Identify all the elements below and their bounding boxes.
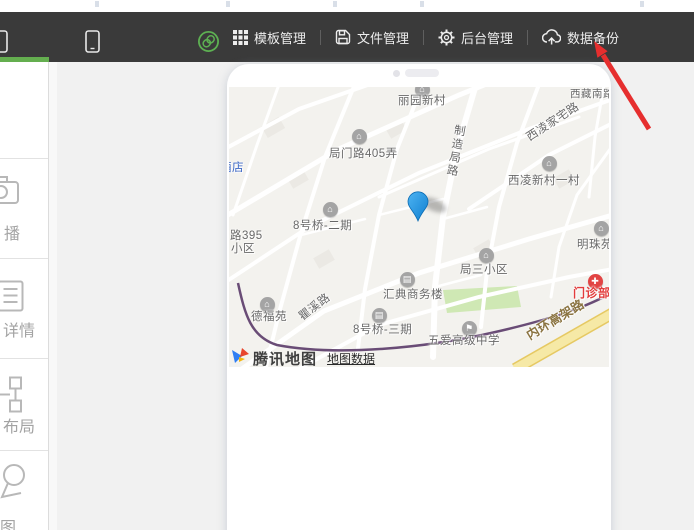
menu-label: 模板管理 (254, 28, 306, 47)
map-pin-outline-icon (0, 463, 30, 506)
map-canvas[interactable]: 丽园新村西藏南路局门路405弄酒店8号桥-二期制造局路西凌家宅路西凌新村一村明珠… (229, 87, 609, 367)
menu-separator (320, 30, 321, 45)
sidebar-item-label: 布局 (3, 413, 35, 437)
map-label: 丽园新村 (398, 92, 446, 108)
menu-template-manage[interactable]: 模板管理 (233, 28, 306, 47)
menu-label: 后台管理 (461, 28, 513, 47)
sidebar-item-carousel[interactable]: 播 (0, 158, 48, 259)
menu-data-backup[interactable]: 数据备份 (542, 28, 619, 47)
carousel-icon (0, 175, 20, 210)
sidebar-item-layout[interactable]: 布局 (0, 358, 48, 459)
module-sidebar: 播 详情 (0, 62, 49, 530)
sidebar-item-map[interactable]: 图 (0, 450, 48, 530)
cloud-upload-icon (542, 29, 561, 45)
map-label: 明珠苑 (577, 236, 609, 252)
house-poi-icon: ⌂ (542, 156, 557, 171)
house-poi-icon: ⌂ (352, 129, 367, 144)
menu-label: 文件管理 (357, 28, 409, 47)
bank-poi-icon: ▤ (400, 272, 415, 287)
phone-preview: 丽园新村西藏南路局门路405弄酒店8号桥-二期制造局路西凌家宅路西凌新村一村明珠… (227, 64, 611, 530)
menu-backend-manage[interactable]: 后台管理 (438, 28, 513, 47)
location-pin-marker[interactable] (407, 191, 429, 227)
layout-icon (0, 376, 24, 418)
editor-toolbar: 模板管理 文件管理 (0, 12, 694, 62)
menu-separator (527, 30, 528, 45)
detail-doc-icon (0, 280, 24, 317)
map-label: 西藏南路 (570, 87, 609, 101)
map-provider-name[interactable]: 腾讯地图 (253, 348, 317, 367)
map-attribution: 腾讯地图 地图数据 (230, 346, 375, 367)
tablet-preview-icon[interactable] (0, 30, 8, 58)
map-label: 德福苑 (251, 308, 287, 324)
sidebar-item-label: 图 (0, 514, 16, 530)
map-label: 局门路405弄 (329, 145, 398, 161)
map-label: 小区 (231, 240, 255, 256)
map-label: 酒店 (229, 159, 244, 175)
screen: 模板管理 文件管理 (0, 0, 694, 530)
phone-speaker-bar (405, 69, 439, 77)
workspace: 丽园新村西藏南路局门路405弄酒店8号桥-二期制造局路西凌家宅路西凌新村一村明珠… (49, 62, 694, 530)
menu-label: 数据备份 (567, 28, 619, 47)
menu-file-manage[interactable]: 文件管理 (335, 28, 409, 47)
map-label: 西凌新村一村 (508, 172, 580, 188)
map-data-link[interactable]: 地图数据 (327, 350, 375, 367)
map-label: 局三小区 (460, 261, 508, 277)
save-icon (335, 29, 351, 45)
grid-icon (233, 30, 248, 45)
phone-preview-icon[interactable] (85, 30, 100, 58)
phone-camera-dot (393, 70, 400, 77)
house-poi-icon: ⌂ (323, 202, 338, 217)
map-label: 五爱高级中学 (428, 332, 500, 348)
house-poi-icon: ⌂ (594, 221, 609, 236)
map-label: 汇典商务楼 (383, 286, 443, 302)
sidebar-item-label: 详情 (3, 317, 35, 341)
workspace-strip (49, 62, 57, 530)
sidebar-item-label: 播 (4, 220, 20, 244)
browser-strip (0, 0, 694, 12)
tencent-maps-logo-icon[interactable] (230, 346, 250, 367)
link-icon[interactable] (197, 30, 220, 58)
map-label: 8号桥-三期 (353, 321, 412, 337)
toolbar-menu: 模板管理 文件管理 (233, 12, 619, 62)
sidebar-active-accent (0, 57, 49, 62)
map-label: 8号桥-二期 (293, 217, 352, 233)
sidebar-item-detail[interactable]: 详情 (0, 258, 48, 359)
gear-icon (438, 29, 455, 46)
menu-separator (423, 30, 424, 45)
